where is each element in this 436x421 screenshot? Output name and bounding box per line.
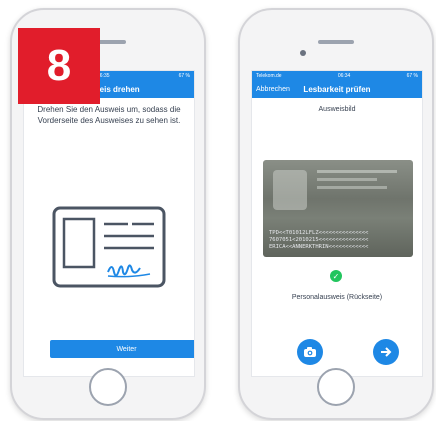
front-camera bbox=[300, 50, 306, 56]
photo-text-line bbox=[317, 178, 377, 181]
photo-text-line bbox=[317, 170, 397, 173]
checkmark-icon: ✓ bbox=[330, 270, 342, 282]
id-card-photo: TPD<<T01012LFLZ<<<<<<<<<<<<<<< 7607051<2… bbox=[263, 160, 413, 257]
weiter-button[interactable]: Weiter bbox=[50, 340, 194, 358]
screen-left: 06:35 67 % Ausweis drehen Drehen Sie den… bbox=[23, 70, 195, 377]
status-battery: 67 % bbox=[406, 72, 418, 79]
status-bar: Telekom.de 06:34 67 % bbox=[252, 71, 422, 80]
speaker bbox=[318, 40, 354, 44]
arrow-right-icon bbox=[381, 347, 392, 357]
photo-text-line bbox=[317, 186, 387, 189]
home-button[interactable] bbox=[317, 368, 355, 406]
photo-face bbox=[273, 170, 307, 210]
section-title: Ausweisbild bbox=[318, 106, 356, 113]
status-carrier: Telekom.de bbox=[256, 72, 282, 79]
step-badge: 8 bbox=[18, 28, 100, 104]
document-type-label: Personalausweis (Rückseite) bbox=[291, 294, 383, 301]
phone-right: Telekom.de 06:34 67 % Abbrechen Lesbarke… bbox=[238, 8, 434, 420]
home-button[interactable] bbox=[89, 368, 127, 406]
screen-right: Telekom.de 06:34 67 % Abbrechen Lesbarke… bbox=[251, 70, 423, 377]
id-card-icon bbox=[52, 206, 166, 288]
cancel-link[interactable]: Abbrechen bbox=[256, 86, 290, 93]
status-battery: 67 % bbox=[178, 72, 190, 79]
mrz-text: TPD<<T01012LFLZ<<<<<<<<<<<<<<< 7607051<2… bbox=[269, 230, 369, 250]
status-time: 06:34 bbox=[337, 72, 351, 79]
nav-title: Lesbarkeit prüfen bbox=[303, 84, 371, 94]
next-button[interactable] bbox=[373, 339, 399, 365]
nav-bar: Abbrechen Lesbarkeit prüfen bbox=[252, 80, 422, 98]
camera-button[interactable] bbox=[297, 339, 323, 365]
camera-icon bbox=[304, 347, 316, 357]
